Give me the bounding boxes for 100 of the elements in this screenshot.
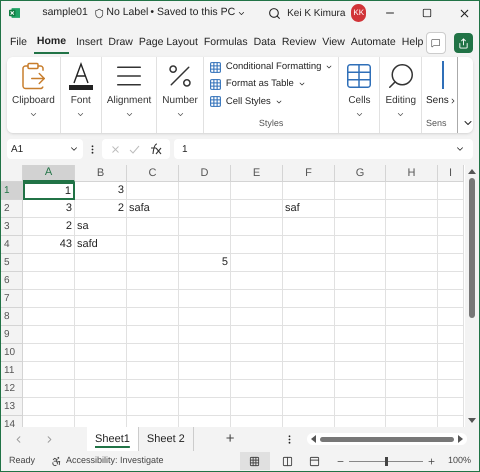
table-cell[interactable] — [179, 218, 231, 236]
column-header[interactable]: G — [335, 165, 386, 182]
row-header[interactable]: 8 — [1, 308, 23, 326]
ribbon-button[interactable]: Clipboard — [12, 95, 55, 108]
table-cell[interactable] — [438, 380, 464, 398]
table-cell[interactable] — [75, 326, 127, 344]
check-icon[interactable] — [129, 144, 140, 154]
table-cell[interactable] — [23, 290, 75, 308]
table-cell[interactable] — [179, 326, 231, 344]
table-cell[interactable] — [127, 182, 179, 200]
table-cell[interactable]: 2 — [23, 218, 75, 236]
ribbon-button[interactable]: Alignment — [106, 95, 152, 108]
row-header[interactable]: 10 — [1, 344, 23, 362]
table-cell[interactable] — [75, 362, 127, 380]
table-cell[interactable] — [23, 380, 75, 398]
ribbon-button[interactable]: Cells — [348, 95, 371, 108]
name-box[interactable]: A1 — [7, 139, 83, 159]
table-cell[interactable] — [179, 236, 231, 254]
accessibility-status[interactable]: Accessibility: Investigate — [66, 454, 164, 468]
table-cell[interactable] — [438, 182, 464, 200]
row-header[interactable]: 5 — [1, 254, 23, 272]
table-cell[interactable] — [438, 236, 464, 254]
table-cell[interactable] — [23, 362, 75, 380]
table-cell[interactable] — [283, 182, 335, 200]
table-cell[interactable] — [231, 200, 283, 218]
table-cell[interactable] — [283, 218, 335, 236]
page-layout-icon[interactable] — [282, 456, 293, 466]
table-cell[interactable] — [127, 344, 179, 362]
table-cell[interactable] — [335, 200, 386, 218]
table-cell[interactable] — [75, 344, 127, 362]
row-header[interactable]: 12 — [1, 380, 23, 398]
column-header[interactable]: E — [231, 165, 283, 182]
share-button[interactable] — [454, 33, 473, 53]
table-cell[interactable] — [231, 362, 283, 380]
table-cell[interactable] — [283, 380, 335, 398]
table-cell[interactable] — [335, 326, 386, 344]
table-cell[interactable] — [438, 254, 464, 272]
table-cell[interactable] — [438, 398, 464, 416]
table-cell[interactable] — [335, 344, 386, 362]
zoom-slider-thumb[interactable] — [384, 456, 388, 466]
table-cell[interactable] — [335, 218, 386, 236]
table-cell[interactable] — [386, 380, 438, 398]
menu-tab[interactable]: Help — [398, 32, 426, 54]
table-cell[interactable] — [386, 398, 438, 416]
table-cell[interactable] — [23, 308, 75, 326]
table-cell[interactable] — [438, 200, 464, 218]
table-cell[interactable] — [179, 308, 231, 326]
column-header[interactable]: I — [438, 165, 464, 182]
row-header[interactable]: 3 — [1, 218, 23, 236]
table-cell[interactable] — [127, 290, 179, 308]
table-cell[interactable] — [335, 182, 386, 200]
table-cell[interactable] — [283, 344, 335, 362]
menu-tab[interactable]: Page Layout — [136, 32, 201, 54]
table-cell[interactable] — [179, 380, 231, 398]
table-cell[interactable] — [23, 272, 75, 290]
table-cell[interactable] — [231, 344, 283, 362]
row-header[interactable]: 14 — [1, 416, 23, 427]
ribbon-button[interactable]: Sens — [426, 93, 457, 108]
table-cell[interactable] — [386, 344, 438, 362]
table-cell[interactable] — [283, 308, 335, 326]
table-cell[interactable] — [179, 398, 231, 416]
menu-tab[interactable]: Insert — [73, 32, 106, 54]
column-header[interactable]: B — [75, 165, 127, 182]
menu-tab[interactable]: Data — [250, 32, 279, 54]
table-cell[interactable] — [23, 344, 75, 362]
table-cell[interactable] — [386, 272, 438, 290]
row-header[interactable]: 7 — [1, 290, 23, 308]
sheet-tab[interactable]: Sheet1 — [87, 427, 139, 451]
ribbon-button[interactable]: Number — [162, 95, 198, 108]
table-cell[interactable] — [386, 290, 438, 308]
menu-tab[interactable]: File — [7, 32, 30, 54]
cancel-icon[interactable] — [110, 144, 121, 154]
table-cell[interactable] — [75, 398, 127, 416]
table-cell[interactable] — [127, 272, 179, 290]
ribbon-button[interactable]: Editing — [385, 95, 416, 108]
table-cell[interactable] — [23, 254, 75, 272]
column-header[interactable]: D — [179, 165, 231, 182]
maximize-icon[interactable] — [422, 8, 432, 18]
table-cell[interactable] — [127, 254, 179, 272]
table-cell[interactable]: 1 — [23, 182, 75, 200]
table-cell[interactable] — [127, 326, 179, 344]
table-cell[interactable]: saf — [283, 200, 335, 218]
table-cell[interactable] — [438, 308, 464, 326]
menu-tab[interactable]: Review — [278, 32, 320, 54]
menu-tab[interactable]: Home — [34, 32, 70, 54]
styles-menu-button[interactable]: Format as Table — [208, 77, 334, 92]
table-cell[interactable] — [335, 308, 386, 326]
table-cell[interactable] — [283, 254, 335, 272]
table-cell[interactable] — [438, 290, 464, 308]
add-sheet-button[interactable]: + — [226, 428, 235, 450]
scroll-thumb[interactable] — [320, 436, 454, 442]
table-cell[interactable] — [127, 218, 179, 236]
scroll-thumb[interactable] — [469, 178, 475, 318]
menu-tab[interactable]: Formulas — [200, 32, 251, 54]
normal-view-button[interactable] — [240, 452, 270, 470]
table-cell[interactable] — [231, 254, 283, 272]
column-header[interactable]: A — [23, 165, 75, 182]
styles-menu-button[interactable]: Cell Styles — [208, 94, 334, 109]
table-cell[interactable]: 2 — [75, 200, 127, 218]
table-cell[interactable] — [335, 272, 386, 290]
